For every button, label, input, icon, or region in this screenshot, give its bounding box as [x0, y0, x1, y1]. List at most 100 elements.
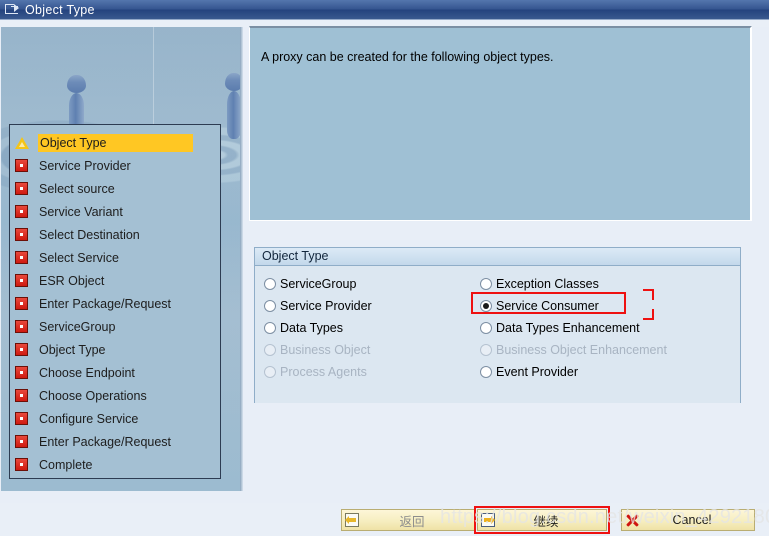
- wizard-step-label: Object Type: [38, 133, 193, 152]
- radio-button-icon[interactable]: [264, 322, 276, 334]
- dialog-button-bar: 返回 继续 Cancel: [0, 503, 769, 536]
- wizard-step-1[interactable]: Service Provider: [10, 154, 220, 177]
- wizard-step-7[interactable]: Enter Package/Request: [10, 292, 220, 315]
- wizard-window: Object Type Object Type Service Provider S…: [0, 0, 769, 536]
- radio-button-icon: [264, 366, 276, 378]
- wizard-step-label: Select Destination: [39, 227, 140, 242]
- sidebar-divider: [240, 27, 243, 491]
- wizard-step-2[interactable]: Select source: [10, 177, 220, 200]
- radio-option-label: Process Agents: [280, 365, 367, 379]
- wizard-step-3[interactable]: Service Variant: [10, 200, 220, 223]
- continue-button-label: 继续: [533, 514, 559, 529]
- radio-option-left-1[interactable]: Service Provider: [264, 295, 479, 317]
- wizard-roadmap-pane: Object Type Service Provider Select source…: [1, 27, 242, 491]
- wizard-step-11[interactable]: Choose Operations: [10, 384, 220, 407]
- wizard-step-5[interactable]: Select Service: [10, 246, 220, 269]
- radio-column-left: ServiceGroup Service Provider Data Types Bu…: [264, 273, 479, 383]
- radio-button-icon[interactable]: [264, 278, 276, 290]
- radio-option-label: Event Provider: [496, 365, 578, 379]
- wizard-step-14[interactable]: Complete: [10, 453, 220, 476]
- wizard-step-12[interactable]: Configure Service: [10, 407, 220, 430]
- window-titlebar: Object Type: [0, 0, 769, 20]
- red-square-icon: [15, 297, 28, 310]
- red-square-icon: [15, 251, 28, 264]
- wizard-step-10[interactable]: Choose Endpoint: [10, 361, 220, 384]
- continue-button[interactable]: 继续: [477, 509, 607, 531]
- wizard-step-label: Service Variant: [39, 204, 123, 219]
- red-square-icon: [15, 412, 28, 425]
- red-square-icon: [15, 389, 28, 402]
- wizard-step-4[interactable]: Select Destination: [10, 223, 220, 246]
- forward-arrow-icon: [480, 512, 497, 528]
- cancel-button-label: Cancel: [672, 513, 712, 527]
- wizard-step-label: Complete: [39, 457, 93, 472]
- radio-option-right-0[interactable]: Exception Classes: [480, 273, 730, 295]
- red-square-icon: [15, 343, 28, 356]
- radio-option-left-3: Business Object: [264, 339, 479, 361]
- water-drop-icon: [67, 75, 86, 93]
- radio-option-label: ServiceGroup: [280, 277, 357, 291]
- radio-button-icon: [480, 344, 492, 356]
- wizard-step-label: ServiceGroup: [39, 319, 116, 334]
- document-arrow-icon: [5, 3, 19, 16]
- red-square-icon: [15, 159, 28, 172]
- wizard-step-9[interactable]: Object Type: [10, 338, 220, 361]
- radio-option-right-3: Business Object Enhancement: [480, 339, 730, 361]
- wizard-step-label: Choose Operations: [39, 388, 147, 403]
- window-title: Object Type: [25, 2, 95, 17]
- red-square-icon: [15, 274, 28, 287]
- radio-option-label: Business Object Enhancement: [496, 343, 667, 357]
- radio-option-label: Data Types: [280, 321, 344, 335]
- wizard-step-label: Service Provider: [39, 158, 131, 173]
- wizard-step-label: Configure Service: [39, 411, 139, 426]
- radio-option-label: Service Consumer: [496, 299, 599, 313]
- radio-option-left-4: Process Agents: [264, 361, 479, 383]
- description-panel: A proxy can be created for the following…: [249, 26, 752, 221]
- radio-button-icon[interactable]: [264, 300, 276, 312]
- wizard-step-label: ESR Object: [39, 273, 105, 288]
- wizard-step-label: Select Service: [39, 250, 119, 265]
- radio-option-left-2[interactable]: Data Types: [264, 317, 479, 339]
- radio-button-icon[interactable]: [480, 322, 492, 334]
- radio-option-right-1[interactable]: Service Consumer: [480, 295, 730, 317]
- radio-button-icon[interactable]: [480, 366, 492, 378]
- wizard-step-8[interactable]: ServiceGroup: [10, 315, 220, 338]
- back-arrow-icon: [344, 512, 361, 528]
- back-button[interactable]: 返回: [341, 509, 475, 531]
- radio-button-icon[interactable]: [480, 278, 492, 290]
- wizard-step-label: Enter Package/Request: [39, 434, 172, 449]
- description-text: A proxy can be created for the following…: [261, 50, 554, 64]
- radio-option-right-4[interactable]: Event Provider: [480, 361, 730, 383]
- radio-option-right-2[interactable]: Data Types Enhancement: [480, 317, 730, 339]
- wizard-step-label: Select source: [39, 181, 115, 196]
- wizard-step-label: Object Type: [39, 342, 106, 357]
- wizard-step-list: Object Type Service Provider Select source…: [9, 124, 221, 479]
- red-square-icon: [15, 205, 28, 218]
- red-square-icon: [15, 228, 28, 241]
- radio-option-label: Exception Classes: [496, 277, 599, 291]
- wizard-step-label: Choose Endpoint: [39, 365, 135, 380]
- red-square-icon: [15, 182, 28, 195]
- cancel-button[interactable]: Cancel: [621, 509, 755, 531]
- cancel-x-icon: [624, 512, 641, 528]
- groupbox-title: Object Type: [255, 248, 740, 266]
- object-type-radio-area: ServiceGroup Service Provider Data Types Bu…: [255, 267, 740, 403]
- wizard-step-13[interactable]: Enter Package/Request: [10, 430, 220, 453]
- radio-option-label: Business Object: [280, 343, 371, 357]
- wizard-step-label: Enter Package/Request: [39, 296, 172, 311]
- wizard-step-0[interactable]: Object Type: [10, 131, 220, 154]
- radio-column-right: Exception Classes Service Consumer Data Ty…: [480, 273, 730, 383]
- radio-option-label: Service Provider: [280, 299, 372, 313]
- red-square-icon: [15, 320, 28, 333]
- wizard-step-6[interactable]: ESR Object: [10, 269, 220, 292]
- radio-button-icon[interactable]: [480, 300, 492, 312]
- radio-button-icon: [264, 344, 276, 356]
- warning-triangle-icon: [15, 136, 29, 149]
- image-seam: [153, 27, 154, 137]
- red-square-icon: [15, 458, 28, 471]
- red-square-icon: [15, 366, 28, 379]
- red-square-icon: [15, 435, 28, 448]
- back-button-label: 返回: [399, 514, 425, 529]
- radio-option-left-0[interactable]: ServiceGroup: [264, 273, 479, 295]
- object-type-groupbox: Object Type ServiceGroup Service Provider…: [254, 247, 741, 403]
